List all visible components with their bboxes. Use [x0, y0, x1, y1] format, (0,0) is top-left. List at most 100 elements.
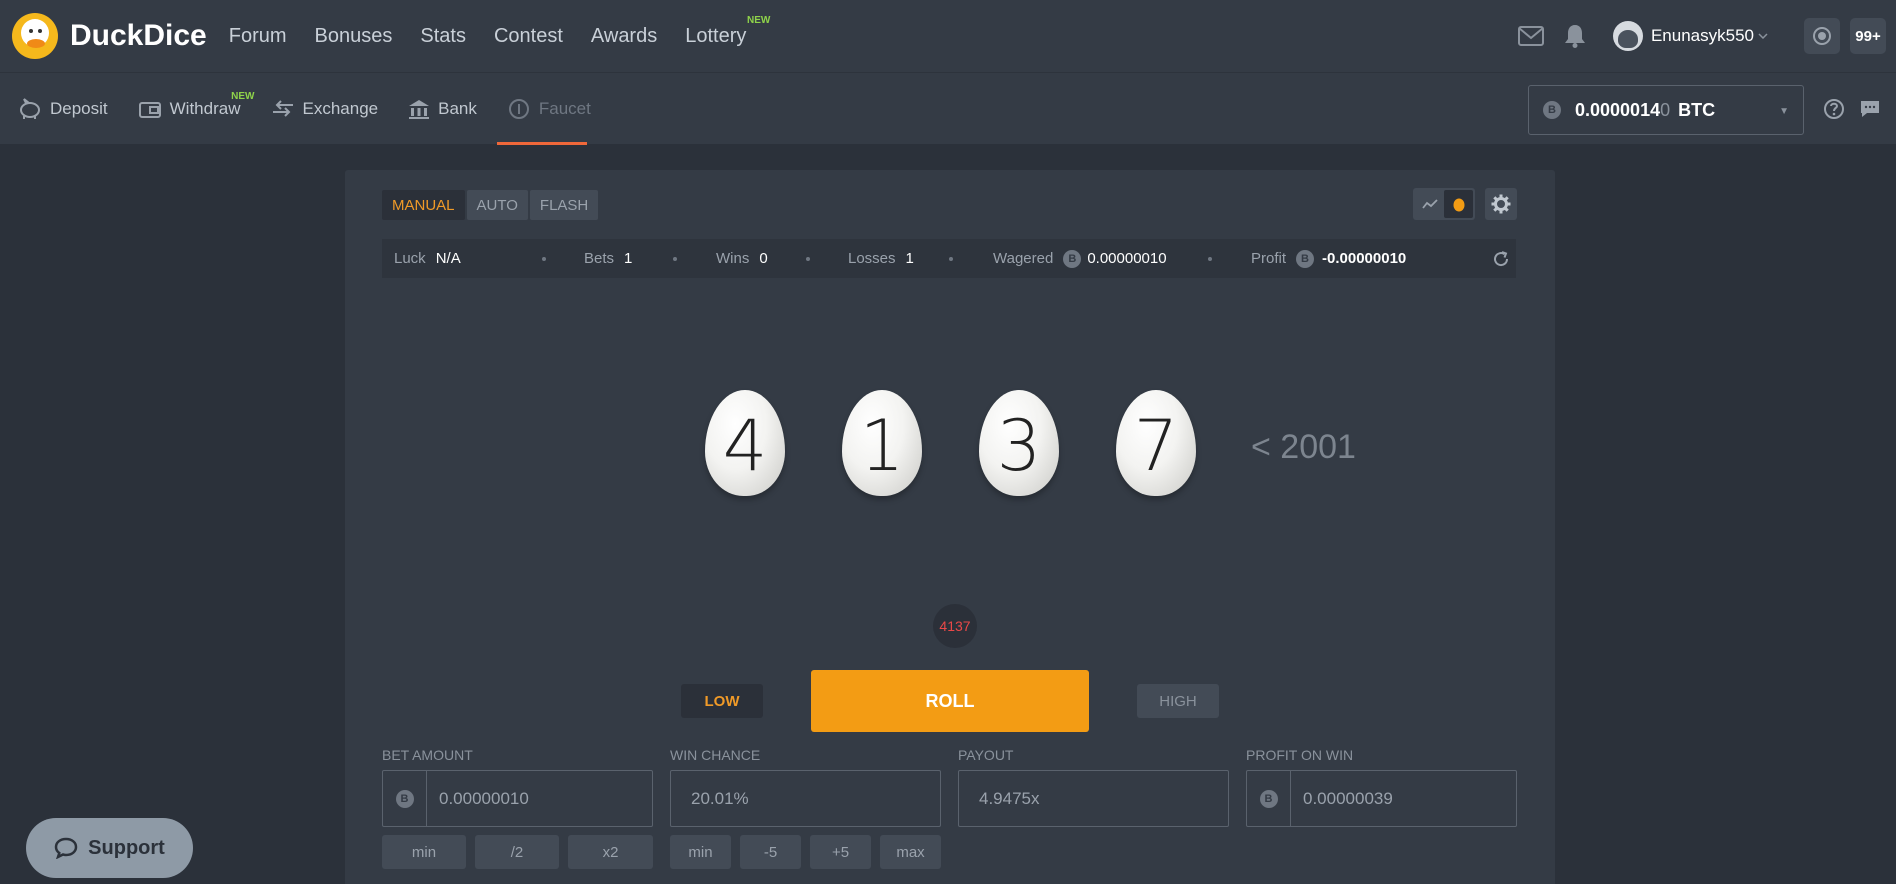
bet-low-button[interactable]: LOW: [681, 684, 763, 718]
egg-digit: 4: [705, 390, 785, 496]
bank-label: Bank: [438, 98, 477, 118]
roll-result-eggs: 4 1 3 7: [705, 390, 1253, 496]
tab-flash[interactable]: FLASH: [529, 190, 599, 220]
notifications-button[interactable]: [1559, 20, 1591, 52]
exchange-label: Exchange: [302, 98, 379, 118]
game-settings-button[interactable]: [1485, 188, 1517, 220]
stat-wagered: Wagered B 0.00000010: [993, 239, 1167, 278]
panel-tools: [1413, 188, 1517, 220]
wallet-icon: [138, 101, 161, 118]
exchange-arrows-icon: [272, 99, 293, 117]
chance-max-button[interactable]: max: [880, 835, 941, 869]
stat-wagered-label: Wagered: [993, 250, 1054, 267]
faucet-label: Faucet: [538, 98, 591, 118]
bet-double-button[interactable]: x2: [568, 835, 653, 869]
chance-plus5-button[interactable]: +5: [810, 835, 871, 869]
nav-forum[interactable]: Forum: [229, 25, 287, 48]
nav-contest[interactable]: Contest: [494, 25, 563, 48]
win-chance-input[interactable]: [671, 788, 881, 809]
bet-half-button[interactable]: /2: [475, 835, 559, 869]
duck-logo-icon: [12, 13, 58, 59]
separator-dot: [949, 257, 953, 261]
logo[interactable]: DuckDice: [12, 13, 207, 59]
profit-on-win-input[interactable]: [1291, 788, 1501, 809]
session-stats-bar: Luck N/A Bets 1 Wins 0 Losses 1 Wagered …: [382, 239, 1516, 278]
chat-button[interactable]: [1854, 93, 1886, 125]
bet-amount-prefix: B: [383, 771, 427, 826]
deposit-label: Deposit: [50, 98, 108, 118]
support-button[interactable]: Support: [26, 818, 193, 878]
profit-on-win-field[interactable]: B: [1246, 770, 1517, 827]
chevron-down-icon: [1758, 33, 1768, 39]
balance-selector[interactable]: B 0.00000140 BTC ▼: [1528, 85, 1804, 135]
stat-losses-label: Losses: [848, 250, 896, 267]
separator-dot: [673, 257, 677, 261]
roll-button[interactable]: ROLL: [811, 670, 1089, 732]
top-right-actions: Enunasyk550 99+: [1503, 0, 1886, 72]
bank-icon: [409, 99, 430, 119]
nav-bonuses[interactable]: Bonuses: [315, 25, 393, 48]
withdraw-label: Withdraw: [169, 98, 241, 118]
payout-field[interactable]: [958, 770, 1229, 827]
nav-stats[interactable]: Stats: [420, 25, 466, 48]
nav-lottery[interactable]: Lottery NEW: [685, 15, 770, 48]
reset-stats-button[interactable]: [1492, 239, 1510, 278]
stat-wins-label: Wins: [716, 250, 750, 267]
bet-amount-field[interactable]: B: [382, 770, 653, 827]
notification-count-badge[interactable]: 99+: [1850, 18, 1886, 54]
bet-amount-input[interactable]: [427, 788, 637, 809]
last-roll-badge[interactable]: 4137: [933, 604, 977, 648]
balance-unit: BTC: [1678, 99, 1716, 120]
target-icon: [1813, 27, 1831, 45]
payout-input[interactable]: [959, 788, 1169, 809]
profit-on-win-label: PROFIT ON WIN: [1246, 747, 1354, 763]
chat-icon: [1861, 101, 1879, 117]
separator-dot: [542, 257, 546, 261]
view-toggle: [1413, 188, 1475, 220]
bet-high-button[interactable]: HIGH: [1137, 684, 1219, 718]
deposit-link[interactable]: Deposit: [18, 73, 108, 145]
nav-lottery-label: Lottery: [685, 24, 747, 47]
chance-minus5-button[interactable]: -5: [740, 835, 801, 869]
bet-min-button[interactable]: min: [382, 835, 466, 869]
faucet-coin-icon: [508, 98, 529, 119]
bitcoin-icon: B: [1063, 249, 1082, 268]
top-navbar: DuckDice Forum Bonuses Stats Contest Awa…: [0, 0, 1896, 72]
settings-button[interactable]: [1804, 18, 1840, 54]
stat-wins-value: 0: [759, 250, 768, 267]
bitcoin-icon: B: [1259, 789, 1278, 808]
chevron-down-icon: ▼: [1779, 106, 1789, 117]
messages-button[interactable]: [1515, 20, 1547, 52]
sub-right-icons: [1818, 93, 1886, 125]
chart-view-button[interactable]: [1415, 190, 1444, 218]
bank-link[interactable]: Bank: [408, 73, 477, 145]
tab-manual[interactable]: MANUAL: [382, 190, 465, 220]
question-circle-icon: [1824, 99, 1844, 119]
egg-icon: [1453, 198, 1464, 212]
help-button[interactable]: [1818, 93, 1850, 125]
exchange-link[interactable]: Exchange: [271, 73, 379, 145]
win-chance-field[interactable]: [670, 770, 941, 827]
new-badge: NEW: [747, 14, 771, 26]
profit-on-win-prefix: B: [1247, 771, 1291, 826]
stat-luck-value: N/A: [435, 250, 461, 267]
withdraw-link[interactable]: Withdraw NEW: [138, 73, 255, 145]
tab-auto[interactable]: AUTO: [466, 190, 528, 220]
stat-bets-label: Bets: [584, 250, 615, 267]
balance-value: 0.00000140: [1575, 100, 1670, 121]
egg-digit: 1: [842, 390, 922, 496]
egg-digit: 3: [979, 390, 1059, 496]
stat-losses: Losses 1: [848, 239, 914, 278]
egg-digit: 7: [1116, 390, 1196, 496]
mode-tabs: MANUAL AUTO FLASH: [382, 190, 600, 220]
egg-view-button[interactable]: [1444, 190, 1473, 218]
bet-amount-label: BET AMOUNT: [382, 747, 473, 763]
nav-awards[interactable]: Awards: [591, 25, 657, 48]
chance-min-button[interactable]: min: [670, 835, 731, 869]
faucet-link[interactable]: Faucet: [496, 73, 591, 145]
separator-dot: [806, 257, 810, 261]
piggy-bank-icon: [20, 97, 40, 119]
user-menu[interactable]: Enunasyk550: [1612, 21, 1768, 51]
stat-wins: Wins 0: [716, 239, 768, 278]
main-nav: Forum Bonuses Stats Contest Awards Lotte…: [229, 15, 775, 48]
